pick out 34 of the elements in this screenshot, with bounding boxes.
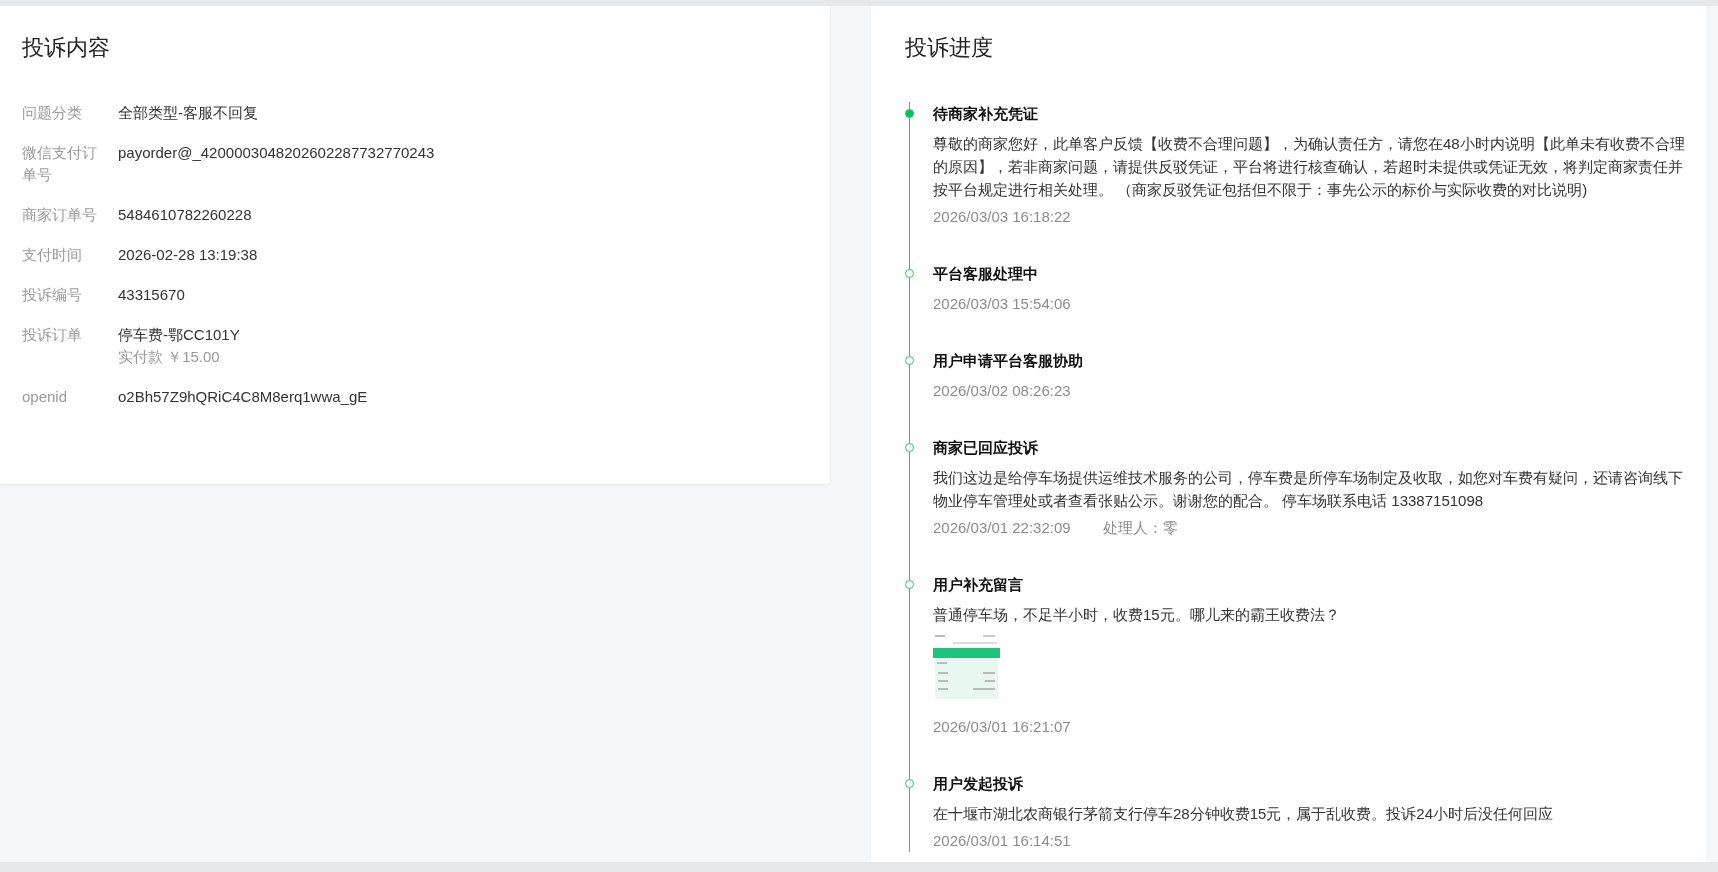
step-message: 我们这边是给停车场提供运维技术服务的公司，停车费是所停车场制定及收取，如您对车费有疑问，还请咨询线下物业停车管理处或者查看张贴公示。谢谢您的配合。 停车场联系电话 13387151098 — [933, 468, 1684, 511]
step-time: 2026/03/03 16:18:22 — [933, 207, 1071, 227]
field-value: 全部类型-客服不回复 — [118, 103, 259, 123]
step-time: 2026/03/02 08:26:23 — [933, 381, 1071, 401]
handler-text: 处理人：零 — [1102, 518, 1178, 538]
panel-title: 投诉进度 — [905, 34, 994, 62]
field-label: 投诉编号 — [22, 285, 83, 305]
field-value: payorder@_4200003048202602287732770243 — [118, 143, 436, 163]
step-message: 尊敬的商家您好，此单客户反馈【收费不合理问题】，为确认责任方，请您在48小时内说明【此单未有收费不合理的原因】，若非商家问题，请提供反驳凭证，平台将进行核查确认，若超时未提供或凭证无效，将判定商家责任并按平台规定进行相关处理。 （商家反驳凭证包括但不限于：事先公示的标价与实际收费的对比说明) — [933, 134, 1686, 200]
field-label: 支付时间 — [22, 245, 83, 265]
step-message: 普通停车场，不足半小时，收费15元。哪儿来的霸王收费法？ — [933, 605, 1341, 625]
paid-amount: 实付款 ￥15.00 — [118, 347, 221, 367]
field-value: 43315670 — [118, 285, 186, 305]
field-value: o2Bh57Z9hQRiC4C8M8erq1wwa_gE — [118, 387, 369, 407]
step-title: 用户申请平台客服协助 — [933, 351, 1084, 371]
field-label: 投诉订单 — [22, 325, 83, 345]
step-title: 商家已回应投诉 — [933, 438, 1039, 458]
step-title: 用户发起投诉 — [933, 774, 1024, 794]
step-title: 平台客服处理中 — [933, 264, 1039, 284]
field-label: 问题分类 — [22, 103, 83, 123]
card-title: 投诉内容 — [22, 34, 111, 62]
field-label: 微信支付订单号 — [22, 143, 98, 185]
field-value: 2026-02-28 13:19:38 — [118, 245, 259, 265]
step-title: 用户补充留言 — [933, 575, 1024, 595]
field-label: 商家订单号 — [22, 205, 98, 225]
step-time: 2026/03/01 16:14:51 — [933, 831, 1071, 851]
field-value: 停车费-鄂CC101Y — [118, 325, 241, 345]
step-time: 2026/03/01 22:32:09 — [933, 518, 1071, 538]
step-time: 2026/03/03 15:54:06 — [933, 294, 1071, 314]
field-label: openid — [22, 387, 69, 407]
step-time: 2026/03/01 16:21:07 — [933, 717, 1071, 737]
step-title: 待商家补充凭证 — [933, 104, 1039, 124]
step-message: 在十堰市湖北农商银行茅箭支行停车28分钟收费15元，属于乱收费。投诉24小时后没任何回应 — [933, 804, 1555, 824]
field-value: 5484610782260228 — [118, 205, 253, 225]
